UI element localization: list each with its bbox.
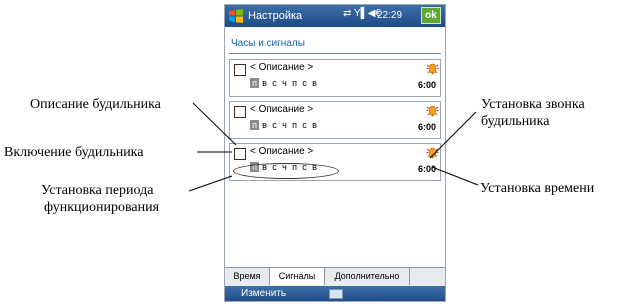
callout-enable: Включение будильника [4,145,144,160]
callout-description: Описание будильника [30,97,161,112]
callout-sound-line2: будильника [481,114,550,129]
callout-period-line1: Установка периода [41,183,154,198]
callout-period-line2: функционирования [44,200,160,215]
callout-time: Установка времени [480,181,595,196]
callout-sound-line1: Установка звонка [481,97,585,112]
